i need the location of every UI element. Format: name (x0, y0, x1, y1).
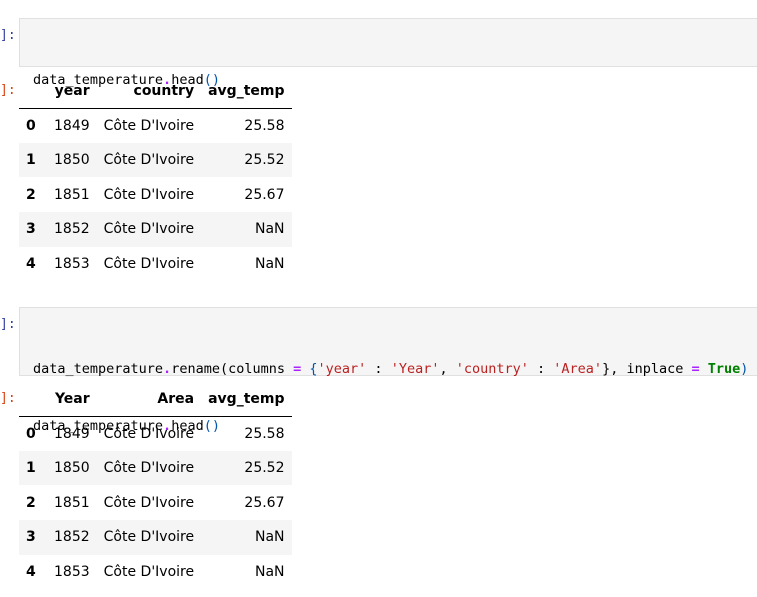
code-token-string: 'country' (455, 361, 529, 377)
input-prompt-2: ]: (0, 317, 16, 332)
table-row: 2 1851 Côte D'Ivoire 25.67 (19, 177, 292, 212)
row-index: 3 (26, 221, 36, 238)
column-header-country: country (96, 74, 202, 109)
cell-year: 1850 (54, 460, 90, 477)
cell-year: 1851 (54, 494, 90, 511)
code-token-paren: ) (740, 361, 749, 377)
output-prompt-1: ]: (0, 83, 16, 98)
cell-avg-temp: NaN (254, 564, 285, 581)
input-prompt-1: ]: (0, 28, 16, 43)
cell-year: 1853 (54, 564, 90, 581)
cell-avg-temp: 25.67 (244, 186, 285, 203)
cell-avg-temp: 25.52 (244, 460, 285, 477)
cell-avg-temp: 25.67 (244, 494, 285, 511)
code-token-object: data_temperature (33, 361, 164, 377)
output-prompt-2: ]: (0, 391, 16, 406)
code-cell-2[interactable]: data_temperature.rename(columns = {'year… (19, 307, 757, 434)
index-header (19, 74, 47, 109)
row-index: 0 (26, 425, 36, 442)
dataframe-table-1: year country avg_temp 0 1849 Côte D'Ivoi… (19, 74, 292, 281)
cell-country: Côte D'Ivoire (103, 221, 195, 238)
cell-avg-temp: 25.58 (244, 117, 285, 134)
row-index: 2 (26, 186, 36, 203)
code-token-string: 'year' (317, 361, 367, 377)
code-cell-1[interactable]: data_temperature.head() (19, 18, 757, 88)
cell-country: Côte D'Ivoire (103, 256, 195, 273)
table-row: 1 1850 Côte D'Ivoire 25.52 (19, 450, 292, 486)
column-header-year: year (47, 74, 97, 109)
code-token-comma: , (439, 361, 456, 377)
row-index: 0 (26, 117, 36, 134)
code-token-string: 'Area' (553, 361, 603, 377)
code-token-colon: : (528, 361, 554, 377)
cell-area: Côte D'Ivoire (103, 425, 195, 442)
index-header (19, 382, 47, 417)
cell-area: Côte D'Ivoire (103, 460, 195, 477)
cell-year: 1849 (54, 117, 90, 134)
table-row: 2 1851 Côte D'Ivoire 25.67 (19, 485, 292, 520)
code-token-brace: { (301, 361, 318, 377)
dataframe-table-2: Year Area avg_temp 0 1849 Côte D'Ivoire … (19, 382, 292, 589)
table-row: 1 1850 Côte D'Ivoire 25.52 (19, 142, 292, 178)
cell-year: 1851 (54, 186, 90, 203)
cell-year: 1849 (54, 425, 90, 442)
row-index: 4 (26, 256, 36, 273)
cell-area: Côte D'Ivoire (103, 529, 195, 546)
column-header-year: Year (47, 382, 97, 417)
cell-avg-temp: 25.52 (244, 152, 285, 169)
column-header-avg-temp: avg_temp (201, 74, 292, 109)
code-token-operator: = (691, 361, 700, 377)
code-token-keyword: True (707, 361, 741, 377)
code-token-text: }, inplace (602, 361, 692, 377)
table-row: 4 1853 Côte D'Ivoire NaN (19, 247, 292, 282)
row-index: 3 (26, 529, 36, 546)
cell-area: Côte D'Ivoire (103, 494, 195, 511)
table-header-row: year country avg_temp (19, 74, 292, 109)
code-token-method: rename(columns (171, 361, 294, 377)
code-token-dot: . (163, 361, 172, 377)
table-row: 3 1852 Côte D'Ivoire NaN (19, 212, 292, 247)
row-index: 2 (26, 494, 36, 511)
table-row: 0 1849 Côte D'Ivoire 25.58 (19, 416, 292, 451)
cell-avg-temp: NaN (254, 529, 285, 546)
cell-avg-temp: NaN (254, 256, 285, 273)
cell-year: 1853 (54, 256, 90, 273)
cell-year: 1852 (54, 221, 90, 238)
code-token-string: 'Year' (390, 361, 440, 377)
table-row: 3 1852 Côte D'Ivoire NaN (19, 520, 292, 555)
cell-country: Côte D'Ivoire (103, 186, 195, 203)
row-index: 1 (26, 460, 36, 477)
cell-year: 1850 (54, 152, 90, 169)
cell-avg-temp: NaN (254, 221, 285, 238)
table-row: 0 1849 Côte D'Ivoire 25.58 (19, 108, 292, 143)
row-index: 4 (26, 564, 36, 581)
cell-area: Côte D'Ivoire (103, 564, 195, 581)
cell-year: 1852 (54, 529, 90, 546)
cell-country: Côte D'Ivoire (103, 117, 195, 134)
table-header-row: Year Area avg_temp (19, 382, 292, 417)
row-index: 1 (26, 152, 36, 169)
code-token-colon: : (366, 361, 391, 377)
column-header-area: Area (96, 382, 202, 417)
table-row: 4 1853 Côte D'Ivoire NaN (19, 555, 292, 590)
code-line: data_temperature.rename(columns = {'year… (33, 360, 757, 379)
cell-country: Côte D'Ivoire (103, 152, 195, 169)
cell-avg-temp: 25.58 (244, 425, 285, 442)
column-header-avg-temp: avg_temp (201, 382, 292, 417)
